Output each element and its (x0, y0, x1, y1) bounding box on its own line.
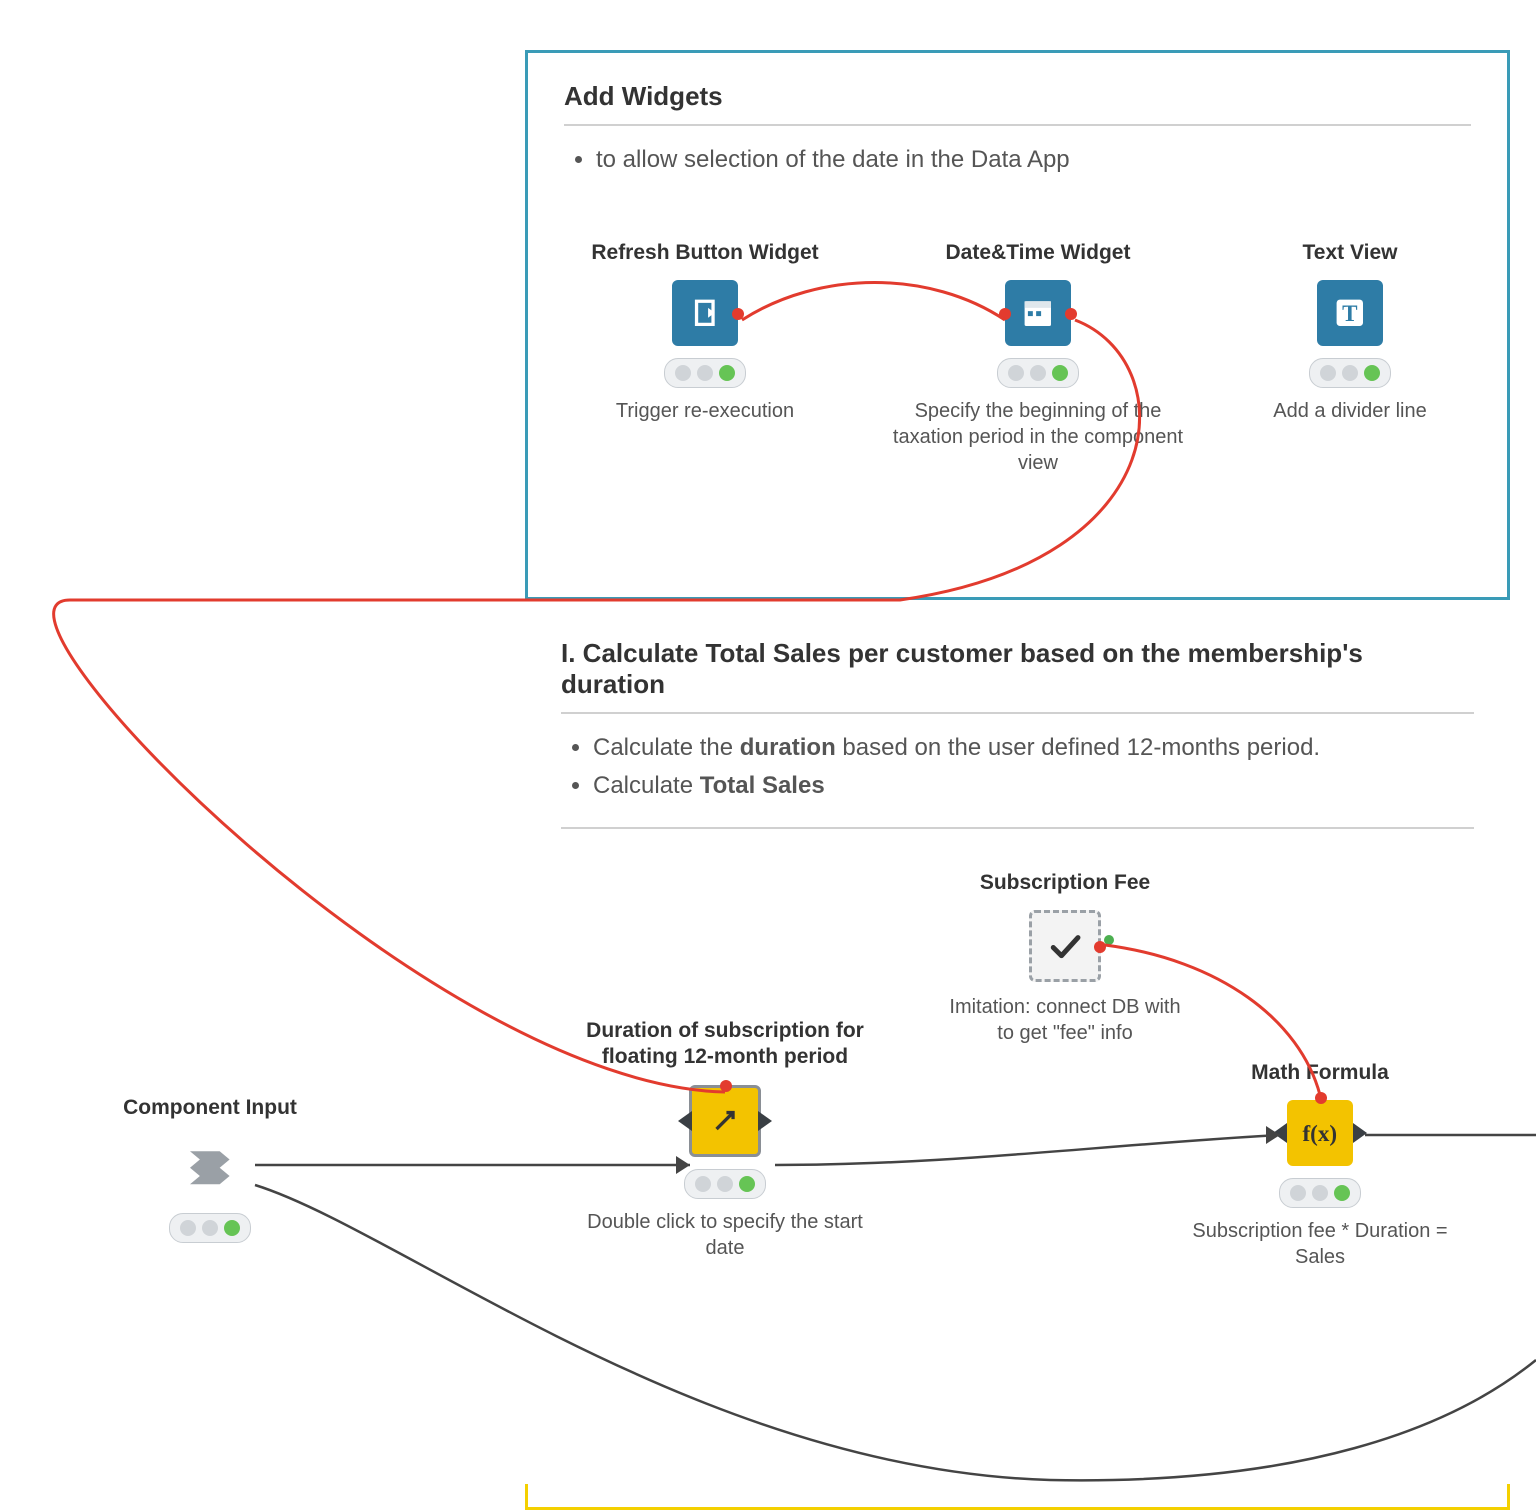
calendar-icon (1005, 280, 1071, 346)
node-date-time-widget[interactable]: Date&Time Widget Specify the beginning o… (888, 240, 1188, 476)
traffic-light (997, 358, 1079, 388)
node-label: Duration of subscription for floating 12… (565, 1018, 885, 1071)
divider (561, 712, 1474, 714)
node-label: Subscription Fee (945, 870, 1185, 896)
node-desc: Double click to specify the start date (565, 1209, 885, 1261)
node-label: Text View (1235, 240, 1465, 266)
refresh-icon (672, 280, 738, 346)
traffic-light (1279, 1178, 1361, 1208)
node-desc: Trigger re-execution (570, 398, 840, 424)
divider (564, 124, 1471, 126)
traffic-light (684, 1169, 766, 1199)
node-duration-metanode[interactable]: Duration of subscription for floating 12… (565, 1018, 885, 1261)
node-desc: Add a divider line (1235, 398, 1465, 424)
workflow-canvas[interactable]: Add Widgets to allow selection of the da… (0, 0, 1536, 1484)
node-desc: Subscription fee * Duration = Sales (1180, 1218, 1460, 1270)
annotation-bullets: Calculate the duration based on the user… (567, 732, 1474, 803)
annotation-bullets: to allow selection of the date in the Da… (570, 144, 1471, 176)
checkbox-dashed-icon (1029, 910, 1101, 982)
annotation-calc-sales-text: I. Calculate Total Sales per customer ba… (525, 610, 1510, 871)
traffic-light (664, 358, 746, 388)
annotation-title: Add Widgets (564, 81, 1471, 112)
node-subscription-fee[interactable]: Subscription Fee Imitation: connect DB w… (945, 870, 1185, 1046)
node-text-view[interactable]: Text View T Add a divider line (1235, 240, 1465, 424)
svg-text:f(x): f(x) (1303, 1120, 1338, 1146)
node-refresh-button-widget[interactable]: Refresh Button Widget Trigger re-executi… (570, 240, 840, 424)
traffic-light (1309, 358, 1391, 388)
bullet: Calculate Total Sales (593, 770, 1474, 802)
node-label: Math Formula (1180, 1060, 1460, 1086)
text-icon: T (1317, 280, 1383, 346)
bullet: Calculate the duration based on the user… (593, 732, 1474, 764)
function-icon: f(x) (1287, 1100, 1353, 1166)
node-label: Refresh Button Widget (570, 240, 840, 266)
annotation-title: I. Calculate Total Sales per customer ba… (561, 638, 1474, 700)
metanode-icon (689, 1085, 761, 1157)
divider (561, 827, 1474, 829)
node-label: Component Input (90, 1095, 330, 1121)
traffic-light (169, 1213, 251, 1243)
node-component-input[interactable]: Component Input (90, 1095, 330, 1253)
component-input-icon (177, 1135, 243, 1201)
node-desc: Imitation: connect DB with to get "fee" … (945, 994, 1185, 1046)
node-label: Date&Time Widget (888, 240, 1188, 266)
svg-text:T: T (1342, 300, 1358, 326)
node-math-formula[interactable]: Math Formula f(x) Subscription fee * Dur… (1180, 1060, 1460, 1270)
node-desc: Specify the beginning of the taxation pe… (888, 398, 1188, 476)
